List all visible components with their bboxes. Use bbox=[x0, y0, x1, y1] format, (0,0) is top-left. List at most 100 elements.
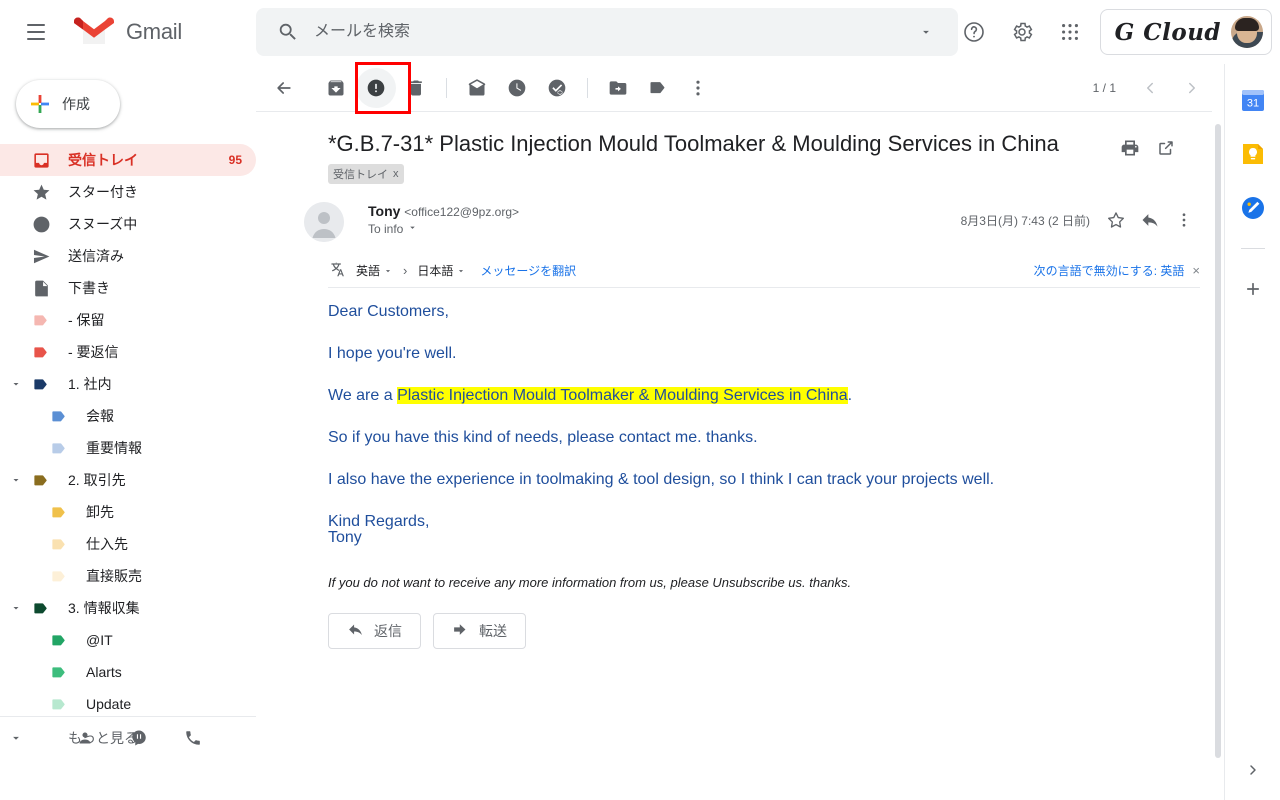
sidebar-item-14[interactable]: 3. 情報収集 bbox=[0, 592, 256, 624]
sidebar-item-label: 1. 社内 bbox=[68, 376, 112, 392]
label-chip-text: 受信トレイ bbox=[333, 169, 388, 181]
sidebar-item-16[interactable]: Alarts bbox=[0, 656, 256, 688]
disable-language-link[interactable]: 次の言語で無効にする: 英語 bbox=[1034, 262, 1185, 279]
next-page-chevron-right-icon[interactable] bbox=[1172, 68, 1212, 108]
language-arrow-icon: › bbox=[403, 263, 408, 278]
google-tasks-icon[interactable] bbox=[1235, 190, 1271, 226]
google-calendar-icon[interactable]: 31 bbox=[1235, 82, 1271, 118]
target-language-selector[interactable]: 日本語 bbox=[417, 262, 466, 279]
gmail-logo[interactable]: Gmail bbox=[74, 17, 182, 47]
back-button[interactable] bbox=[264, 68, 304, 108]
chevron-down-icon[interactable] bbox=[6, 378, 26, 390]
open-in-new-icon[interactable] bbox=[1150, 132, 1182, 164]
toolbar-divider-2 bbox=[587, 78, 588, 98]
send-icon bbox=[26, 247, 56, 266]
apps-grid-icon[interactable] bbox=[1046, 8, 1094, 56]
help-icon[interactable] bbox=[950, 8, 998, 56]
prev-page-chevron-left-icon[interactable] bbox=[1130, 68, 1170, 108]
contacts-icon[interactable] bbox=[76, 729, 94, 747]
sidebar-item-label: 受信トレイ bbox=[68, 152, 138, 168]
message-more-vertical-icon[interactable] bbox=[1168, 204, 1200, 236]
translate-message-link[interactable]: メッセージを翻訳 bbox=[480, 262, 576, 279]
sidebar-item-label: 重要情報 bbox=[86, 440, 142, 456]
pagination-controls: 1 / 1 bbox=[1093, 64, 1212, 112]
sidebar-item-9[interactable]: 重要情報 bbox=[0, 432, 256, 464]
sidebar-item-15[interactable]: @IT bbox=[0, 624, 256, 656]
sidebar-item-3[interactable]: 送信済み bbox=[0, 240, 256, 272]
recipient-toggle[interactable]: To info bbox=[368, 222, 418, 236]
sidebar-item-label: 2. 取引先 bbox=[68, 472, 126, 488]
reply-icon bbox=[347, 621, 364, 641]
sidebar-item-13[interactable]: 直接販売 bbox=[0, 560, 256, 592]
inbox-icon bbox=[26, 151, 56, 170]
toolbar-divider-1 bbox=[446, 78, 447, 98]
mark-unread-button[interactable] bbox=[457, 68, 497, 108]
snooze-button[interactable] bbox=[497, 68, 537, 108]
translate-icon bbox=[328, 260, 346, 281]
body-line-experience: I also have the experience in toolmaking… bbox=[328, 471, 995, 488]
print-icon[interactable] bbox=[1114, 132, 1146, 164]
google-keep-icon[interactable] bbox=[1235, 136, 1271, 172]
sidebar-item-label: - 保留 bbox=[68, 312, 105, 328]
avatar bbox=[304, 202, 344, 242]
sidebar-item-1[interactable]: スター付き bbox=[0, 176, 256, 208]
close-icon[interactable]: × bbox=[1192, 263, 1200, 278]
sidebar-item-7[interactable]: 1. 社内 bbox=[0, 368, 256, 400]
page-title: *G.B.7-31* Plastic Injection Mould Toolm… bbox=[328, 131, 1059, 156]
chevron-down-icon[interactable] bbox=[6, 474, 26, 486]
sidebar: 作成 受信トレイ 95 スター付きスヌーズ中送信済み下書き - 保留 - 要返信 1. 社… bbox=[0, 64, 256, 758]
sidebar-item-0[interactable]: 受信トレイ 95 bbox=[0, 144, 256, 176]
search-options-chevron-down-icon[interactable] bbox=[906, 12, 946, 52]
expand-panel-chevron-right-icon[interactable] bbox=[1237, 754, 1269, 786]
sidebar-footer bbox=[0, 716, 256, 758]
add-to-tasks-button[interactable] bbox=[537, 68, 577, 108]
sidebar-item-label: 卸先 bbox=[86, 504, 114, 520]
search-input[interactable] bbox=[314, 23, 906, 41]
sidebar-item-label: Alarts bbox=[86, 664, 122, 680]
reply-button[interactable]: 返信 bbox=[328, 613, 421, 649]
sidebar-item-11[interactable]: 卸先 bbox=[0, 496, 256, 528]
chevron-down-icon[interactable] bbox=[6, 602, 26, 614]
status-badge[interactable]: 受信トレイ x bbox=[328, 164, 404, 184]
sidebar-item-6[interactable]: - 要返信 bbox=[0, 336, 256, 368]
phone-icon[interactable] bbox=[184, 729, 202, 747]
sidebar-item-5[interactable]: - 保留 bbox=[0, 304, 256, 336]
body-intro-prefix: We are a bbox=[328, 387, 398, 404]
gear-icon[interactable] bbox=[998, 8, 1046, 56]
hamburger-icon[interactable] bbox=[12, 8, 60, 56]
forward-button-label: 転送 bbox=[479, 623, 507, 639]
archive-button[interactable] bbox=[316, 68, 356, 108]
search-icon[interactable] bbox=[268, 12, 308, 52]
add-app-plus-icon[interactable] bbox=[1235, 271, 1271, 307]
account-chip[interactable]: G Cloud bbox=[1099, 9, 1272, 55]
compose-button[interactable]: 作成 bbox=[16, 80, 120, 128]
sidebar-item-2[interactable]: スヌーズ中 bbox=[0, 208, 256, 240]
delete-button[interactable] bbox=[396, 68, 436, 108]
sidebar-item-12[interactable]: 仕入先 bbox=[0, 528, 256, 560]
top-bar-right: G Cloud bbox=[950, 8, 1272, 56]
email-body: Dear Customers, I hope you're well. We a… bbox=[256, 288, 1224, 590]
sidebar-item-10[interactable]: 2. 取引先 bbox=[0, 464, 256, 496]
sidebar-item-label: Update bbox=[86, 696, 132, 712]
report-spam-button[interactable] bbox=[356, 68, 396, 108]
subject-row: *G.B.7-31* Plastic Injection Mould Toolm… bbox=[256, 112, 1224, 184]
reply-icon[interactable] bbox=[1134, 204, 1166, 236]
close-icon[interactable]: x bbox=[393, 168, 399, 180]
move-to-folder-button[interactable] bbox=[598, 68, 638, 108]
top-bar: Gmail メールを検索 G Cloud bbox=[0, 0, 1280, 64]
source-language-selector[interactable]: 英語 bbox=[356, 262, 393, 279]
star-outline-icon[interactable] bbox=[1100, 204, 1132, 236]
sidebar-item-4[interactable]: 下書き bbox=[0, 272, 256, 304]
message-header: Tony <office122@9pz.org> To info 8月3日(月)… bbox=[256, 184, 1224, 242]
sidebar-item-label: スヌーズ中 bbox=[68, 216, 138, 232]
search-bar[interactable] bbox=[256, 8, 958, 56]
hangouts-chat-icon[interactable] bbox=[130, 729, 148, 747]
more-options-button[interactable] bbox=[678, 68, 718, 108]
forward-button[interactable]: 転送 bbox=[433, 613, 526, 649]
scrollbar-thumb[interactable] bbox=[1215, 124, 1221, 758]
main-scrollbar[interactable] bbox=[1212, 64, 1224, 800]
sidebar-item-label: 下書き bbox=[68, 280, 110, 296]
labels-button[interactable] bbox=[638, 68, 678, 108]
sidebar-item-8[interactable]: 会報 bbox=[0, 400, 256, 432]
user-avatar[interactable] bbox=[1231, 16, 1263, 48]
